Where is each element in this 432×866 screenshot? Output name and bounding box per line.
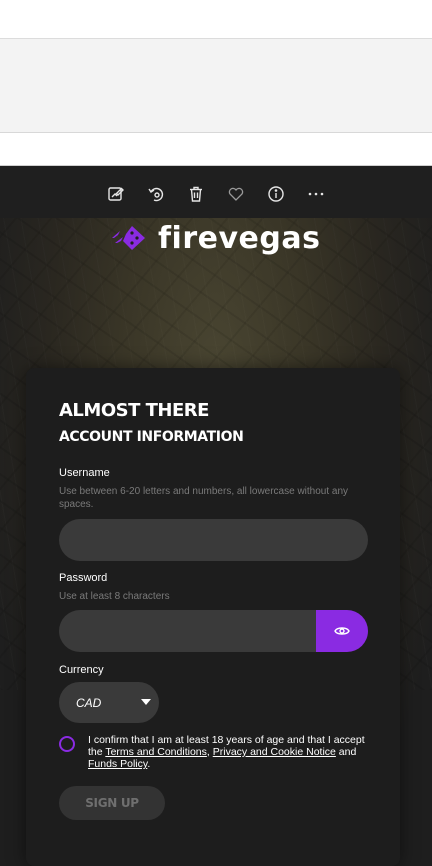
browser-content-band [0,39,432,133]
form-subheading: ACCOUNT INFORMATION [59,429,244,445]
more-icon[interactable] [307,185,325,203]
image-viewer: firevegas ALMOST THERE ACCOUNT INFORMATI… [0,170,432,866]
terms-link[interactable]: Terms and Conditions [105,746,207,758]
rotate-icon[interactable] [147,185,165,203]
currency-select[interactable]: CAD [59,682,159,723]
browser-address-strip [0,133,432,166]
show-password-button[interactable] [316,610,368,652]
password-hint: Use at least 8 characters [59,591,170,602]
age-confirm-checkbox[interactable] [59,736,75,752]
chevron-down-icon [141,699,151,705]
signup-card: ALMOST THERE ACCOUNT INFORMATION Usernam… [26,368,400,866]
sign-up-button[interactable]: SIGN UP [59,786,165,820]
currency-value: CAD [76,695,102,710]
username-label: Username [59,467,110,479]
eye-icon [334,627,350,635]
dice-logo-icon [112,226,145,250]
info-icon[interactable] [267,185,285,203]
age-confirm-text: I confirm that I am at least 18 years of… [88,734,378,770]
currency-label: Currency [59,664,104,676]
delete-icon[interactable] [187,185,205,203]
edit-image-icon[interactable] [107,185,125,203]
username-input[interactable] [59,519,368,561]
viewer-toolbar [0,170,432,218]
username-hint: Use between 6-20 letters and numbers, al… [59,486,349,510]
privacy-link[interactable]: Privacy and Cookie Notice [213,746,336,758]
brand-name: firevegas [158,220,321,256]
funds-policy-link[interactable]: Funds Policy [88,758,147,770]
confirm-and: and [335,746,357,758]
brand-logo: firevegas [110,218,320,258]
browser-top-bar [0,0,432,39]
password-label: Password [59,572,108,584]
confirm-suffix: . [147,758,151,770]
favorite-icon[interactable] [227,185,245,203]
form-heading: ALMOST THERE [59,400,209,421]
password-input[interactable] [59,610,316,652]
